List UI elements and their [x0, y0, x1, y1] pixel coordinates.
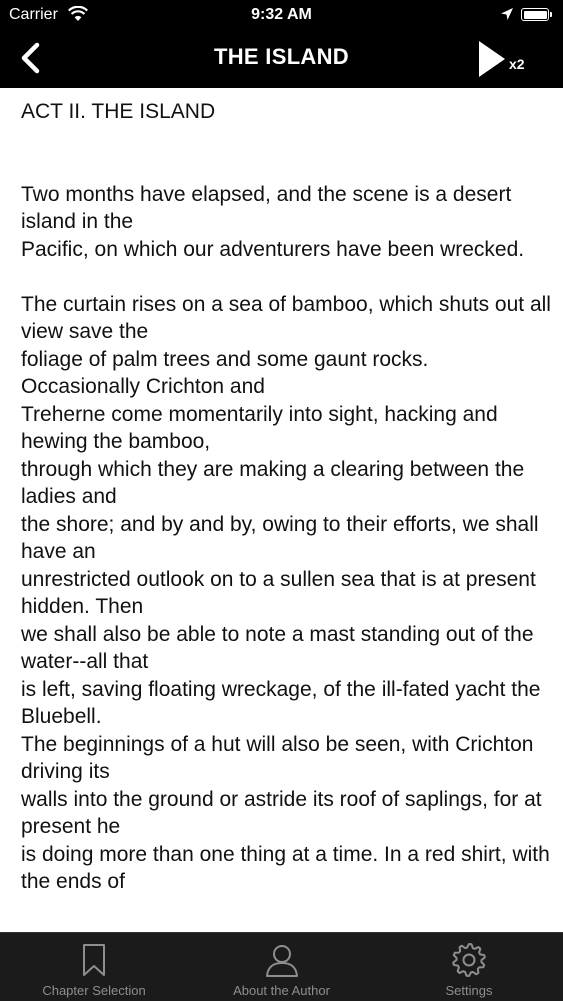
playback-speed-label[interactable]: x2: [509, 56, 525, 72]
tab-label: Chapter Selection: [42, 983, 146, 998]
battery-icon: [521, 8, 552, 21]
paragraph: The curtain rises on a sea of bamboo, wh…: [21, 292, 551, 894]
tab-bar: Chapter Selection About the Author Setti…: [0, 932, 563, 1001]
bookmark-icon: [83, 944, 105, 976]
battery-level: [523, 10, 547, 19]
gear-icon: [452, 943, 486, 977]
person-icon: [265, 945, 298, 977]
reader-content[interactable]: ACT II. THE ISLAND Two months have elaps…: [0, 88, 563, 932]
tab-label: About the Author: [233, 983, 330, 998]
paragraph: Two months have elapsed, and the scene i…: [21, 182, 525, 261]
navigation-bar: THE ISLAND x2: [0, 30, 563, 88]
location-arrow-icon: [501, 8, 513, 20]
tab-settings[interactable]: Settings: [375, 933, 563, 1001]
status-time: 9:32 AM: [251, 6, 312, 23]
tab-chapter-selection[interactable]: Chapter Selection: [0, 933, 188, 1001]
play-button[interactable]: [474, 38, 534, 80]
tab-about-the-author[interactable]: About the Author: [188, 933, 375, 1001]
chapter-heading: ACT II. THE ISLAND: [21, 100, 216, 123]
play-icon: [479, 41, 505, 77]
status-bar: Carrier 9:32 AM: [0, 0, 563, 30]
tab-label: Settings: [445, 983, 493, 998]
